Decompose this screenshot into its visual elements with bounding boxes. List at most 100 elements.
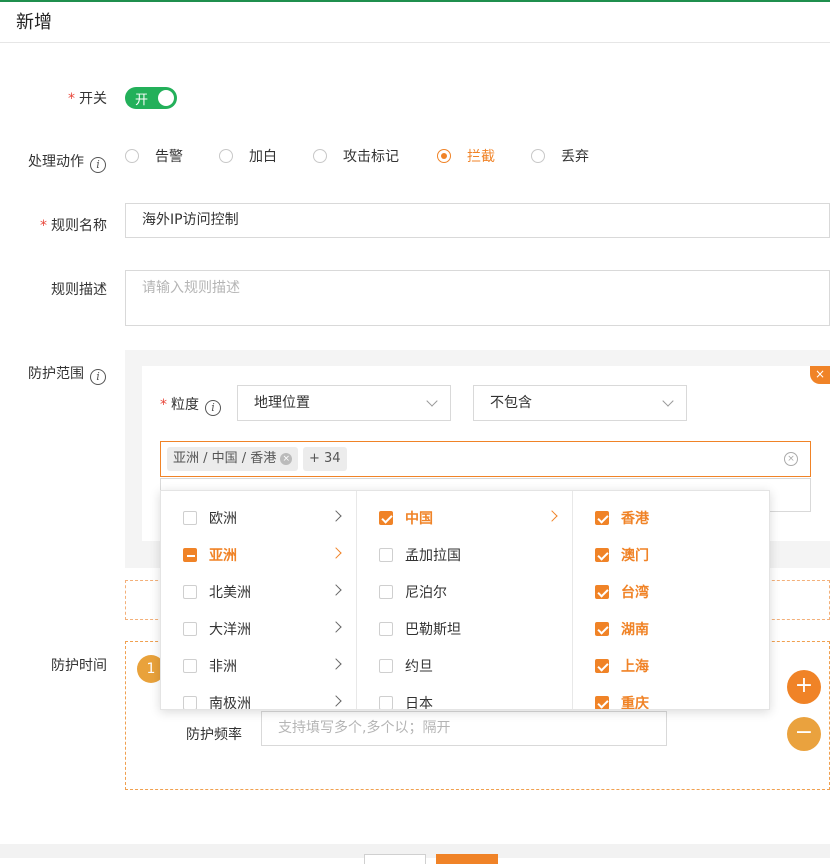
switch-label: 开关 — [79, 91, 107, 107]
clear-icon[interactable]: × — [784, 452, 798, 466]
match-value: 不包含 — [490, 395, 532, 411]
rule-desc-textarea[interactable]: 请输入规则描述 — [125, 270, 830, 326]
checkbox-checked[interactable] — [595, 585, 609, 599]
cascader-option[interactable]: 中国 — [357, 499, 572, 536]
radio-block[interactable]: 拦截 — [437, 146, 495, 166]
cascader-option[interactable]: 巴勒斯坦 — [357, 610, 572, 647]
cascader-option[interactable]: 上海 — [573, 647, 769, 684]
checkbox[interactable] — [379, 585, 393, 599]
checkbox-checked[interactable] — [595, 622, 609, 636]
checkbox-indeterminate[interactable] — [183, 548, 197, 562]
time-label: 防护时间 — [51, 658, 107, 674]
checkbox-checked[interactable] — [595, 659, 609, 673]
cascader-level2: 中国 孟加拉国 尼泊尔 巴勒斯坦 约旦 日本 — [357, 491, 573, 710]
option-label: 约旦 — [405, 659, 433, 675]
radio-attack-mark[interactable]: 攻击标记 — [313, 146, 399, 166]
cascader-level3: 香港 澳门 台湾 湖南 上海 重庆 — [573, 491, 769, 710]
match-select[interactable]: 不包含 — [473, 385, 687, 421]
radio-alert[interactable]: 告警 — [125, 146, 183, 166]
switch-label-wrap: * 开关 — [68, 88, 107, 108]
cascader-option[interactable]: 尼泊尔 — [357, 573, 572, 610]
option-label: 尼泊尔 — [405, 585, 447, 601]
cascader-option[interactable]: 香港 — [573, 499, 769, 536]
checkbox-checked[interactable] — [595, 511, 609, 525]
freq-placeholder: 支持填写多个,多个以；隔开 — [278, 720, 451, 736]
required-mark: * — [160, 397, 167, 413]
freq-label: 防护频率 — [186, 727, 242, 743]
rule-name-input[interactable]: 海外IP访问控制 — [125, 203, 830, 238]
checkbox-checked[interactable] — [595, 696, 609, 709]
cascader-option[interactable]: 非洲 — [161, 647, 356, 684]
checkbox-checked[interactable] — [379, 511, 393, 525]
close-icon[interactable]: × — [810, 366, 830, 384]
radio-circle-checked — [437, 149, 451, 163]
cascader-option[interactable]: 约旦 — [357, 647, 572, 684]
radio-whitelist[interactable]: 加白 — [219, 146, 277, 166]
freq-input[interactable]: 支持填写多个,多个以；隔开 — [261, 711, 667, 746]
plus-icon[interactable]: + — [787, 670, 821, 704]
radio-label: 拦截 — [467, 149, 495, 165]
granularity-value: 地理位置 — [254, 395, 310, 411]
chevron-right-icon — [330, 547, 342, 559]
checkbox[interactable] — [183, 696, 197, 709]
chevron-right-icon — [330, 621, 342, 633]
cascader-option[interactable]: 重庆 — [573, 684, 769, 710]
scope-label-wrap: 防护范围 i — [28, 363, 106, 385]
cascader-option[interactable]: 南极洲 — [161, 684, 356, 710]
option-label: 非洲 — [209, 659, 237, 675]
checkbox[interactable] — [379, 548, 393, 562]
radio-circle — [125, 149, 139, 163]
cascader-option[interactable]: 日本 — [357, 684, 572, 710]
confirm-button[interactable] — [436, 854, 498, 864]
checkbox[interactable] — [183, 585, 197, 599]
info-icon[interactable]: i — [90, 369, 106, 385]
rule-desc-placeholder: 请输入规则描述 — [142, 280, 240, 296]
page-title: 新增 — [16, 12, 52, 33]
option-label: 重庆 — [621, 696, 649, 710]
chevron-right-icon — [546, 510, 558, 522]
checkbox-checked[interactable] — [595, 548, 609, 562]
chevron-down-icon — [662, 395, 674, 407]
cascader-option[interactable]: 湖南 — [573, 610, 769, 647]
cascader-level1: 欧洲 亚洲 北美洲 大洋洲 非洲 南极洲 — [161, 491, 357, 710]
cascader-option[interactable]: 澳门 — [573, 536, 769, 573]
cascader-option[interactable]: 大洋洲 — [161, 610, 356, 647]
granularity-select[interactable]: 地理位置 — [237, 385, 451, 421]
chevron-right-icon — [330, 695, 342, 707]
checkbox[interactable] — [379, 659, 393, 673]
option-label: 湖南 — [621, 622, 649, 638]
switch-knob — [158, 90, 174, 106]
required-mark: * — [40, 218, 47, 234]
option-label: 大洋洲 — [209, 622, 251, 638]
checkbox[interactable] — [183, 622, 197, 636]
option-label: 南极洲 — [209, 696, 251, 710]
scope-label: 防护范围 — [28, 366, 84, 382]
rule-desc-label: 规则描述 — [51, 282, 107, 298]
info-icon[interactable]: i — [205, 400, 221, 416]
granularity-label: 粒度 — [171, 397, 199, 413]
checkbox[interactable] — [379, 622, 393, 636]
radio-drop[interactable]: 丢弃 — [531, 146, 589, 166]
option-label: 日本 — [405, 696, 433, 710]
checkbox[interactable] — [183, 511, 197, 525]
option-label: 中国 — [405, 511, 433, 527]
option-label: 上海 — [621, 659, 649, 675]
cascader-option[interactable]: 台湾 — [573, 573, 769, 610]
minus-icon[interactable]: − — [787, 717, 821, 751]
cascader-option[interactable]: 亚洲 — [161, 536, 356, 573]
option-label: 澳门 — [621, 548, 649, 564]
cascader-option[interactable]: 孟加拉国 — [357, 536, 572, 573]
checkbox[interactable] — [379, 696, 393, 709]
granularity-label-wrap: * 粒度 i — [160, 394, 221, 416]
option-label: 巴勒斯坦 — [405, 622, 461, 638]
cascader-option[interactable]: 欧洲 — [161, 499, 356, 536]
rule-name-label-wrap: * 规则名称 — [40, 215, 107, 235]
cancel-button[interactable] — [364, 854, 426, 864]
region-cascader-input[interactable]: 亚洲 / 中国 / 香港 × + 34 × — [160, 441, 811, 477]
info-icon[interactable]: i — [90, 157, 106, 173]
tag-close-icon[interactable]: × — [280, 453, 293, 465]
cascader-option[interactable]: 北美洲 — [161, 573, 356, 610]
chevron-right-icon — [330, 584, 342, 596]
checkbox[interactable] — [183, 659, 197, 673]
enable-switch[interactable]: 开 — [125, 87, 177, 109]
